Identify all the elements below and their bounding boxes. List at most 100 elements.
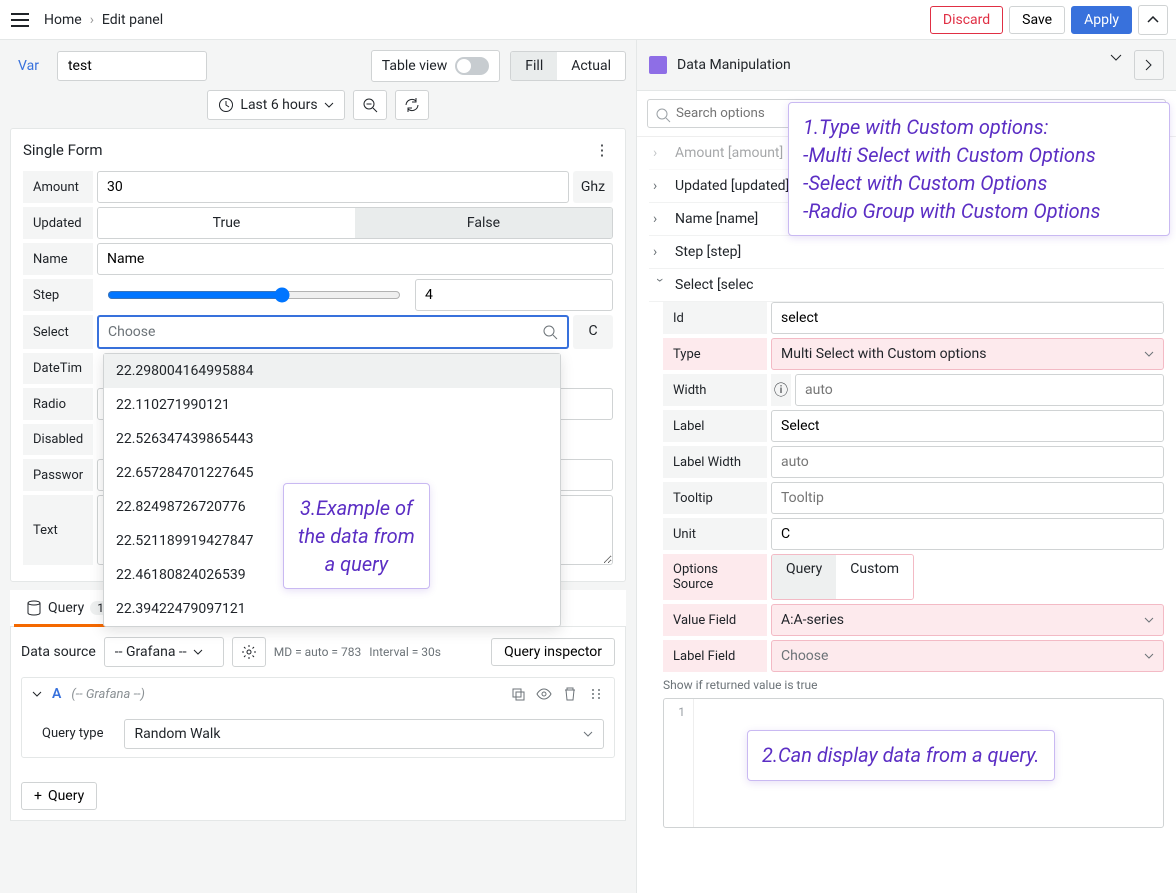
time-range-picker[interactable]: Last 6 hours: [207, 90, 344, 120]
dropdown-option[interactable]: 22.39422479097121: [104, 592, 560, 626]
annotation-1: 1.Type with Custom options: -Multi Selec…: [788, 102, 1170, 236]
field-type-label: Type: [663, 338, 767, 370]
radio-label: Radio: [23, 388, 93, 420]
chevron-down-icon: [1144, 351, 1154, 357]
amount-label: Amount: [23, 171, 93, 203]
field-tooltip-label: Tooltip: [663, 482, 767, 514]
actual-button[interactable]: Actual: [557, 52, 625, 80]
name-input[interactable]: [97, 243, 613, 275]
chevron-down-icon[interactable]: [1104, 50, 1128, 80]
text-label: Text: [23, 495, 93, 565]
field-labelfield-select[interactable]: Choose: [771, 640, 1164, 672]
gear-icon: [241, 644, 257, 660]
chevron-down-icon: [1144, 617, 1154, 623]
updated-true-button[interactable]: True: [98, 208, 355, 238]
breadcrumb: Home › Edit panel: [44, 12, 163, 28]
visualization-title: Data Manipulation: [677, 57, 791, 73]
search-icon: [542, 324, 558, 340]
option-amount[interactable]: Amount [amount]: [675, 145, 783, 161]
updated-label: Updated: [23, 207, 93, 239]
field-tooltip-input[interactable]: [771, 482, 1164, 514]
fill-button[interactable]: Fill: [511, 52, 557, 80]
datasource-select[interactable]: -- Grafana --: [104, 637, 224, 667]
select-label: Select: [23, 315, 93, 349]
name-label: Name: [23, 243, 93, 275]
chevron-right-icon[interactable]: [1134, 50, 1164, 80]
chevron-down-icon[interactable]: [32, 691, 42, 697]
chevron-right-icon: ›: [90, 12, 94, 28]
dropdown-option[interactable]: 22.298004164995884: [104, 354, 560, 388]
updated-false-button[interactable]: False: [355, 208, 612, 238]
trash-icon[interactable]: [562, 686, 578, 702]
query-row-ds: (-- Grafana --): [71, 687, 145, 702]
option-name[interactable]: Name [name]: [675, 211, 758, 227]
info-icon[interactable]: ⓘ: [771, 374, 791, 406]
field-labelwidth-label: Label Width: [663, 446, 767, 478]
query-row-letter: A: [52, 686, 61, 702]
dropdown-option[interactable]: 22.526347439865443: [104, 422, 560, 456]
clock-icon: [218, 97, 234, 113]
zoom-out-button[interactable]: [353, 90, 387, 120]
field-width-input[interactable]: [795, 374, 1164, 406]
datasource-label: Data source: [21, 644, 96, 660]
select-unit: C: [573, 315, 613, 349]
step-label: Step: [23, 279, 93, 311]
amount-unit: Ghz: [573, 171, 613, 203]
field-label-input[interactable]: [771, 410, 1164, 442]
code-gutter: 1: [664, 699, 694, 827]
querytype-label: Query type: [32, 718, 114, 749]
database-icon: [26, 600, 42, 616]
option-select[interactable]: Select [selec: [675, 277, 753, 293]
querytype-select[interactable]: Random Walk: [124, 719, 605, 749]
datasource-settings-button[interactable]: [232, 637, 266, 667]
table-view-label: Table view: [382, 58, 448, 74]
breadcrumb-current: Edit panel: [102, 12, 163, 28]
step-value-input[interactable]: [415, 279, 613, 311]
disabled-label: Disabled: [23, 424, 93, 455]
chevron-up-icon[interactable]: [1138, 5, 1168, 35]
step-slider[interactable]: [107, 287, 401, 303]
field-width-label: Width: [663, 374, 767, 406]
amount-input[interactable]: [97, 171, 569, 203]
discard-button[interactable]: Discard: [930, 6, 1003, 34]
panel-single-form: Single Form ⋮ Amount Ghz Updated True Fa…: [10, 128, 626, 582]
zoom-out-icon: [362, 97, 378, 113]
datetime-label: DateTim: [23, 353, 93, 384]
panel-menu-icon[interactable]: ⋮: [591, 139, 613, 161]
chevron-down-icon: [1144, 653, 1154, 659]
menu-icon[interactable]: [8, 8, 32, 32]
apply-button[interactable]: Apply: [1071, 6, 1132, 34]
dropdown-option[interactable]: 22.110271990121: [104, 388, 560, 422]
query-inspector-button[interactable]: Query inspector: [491, 638, 615, 666]
password-label: Passwor: [23, 459, 93, 491]
breadcrumb-home[interactable]: Home: [44, 12, 82, 28]
field-labelfield-label: Label Field: [663, 640, 767, 672]
select-dropdown[interactable]: Choose: [97, 315, 569, 349]
field-unit-label: Unit: [663, 518, 767, 550]
topbar: Home › Edit panel Discard Save Apply: [0, 0, 1176, 40]
option-step[interactable]: Step [step]: [675, 244, 741, 260]
search-icon: [655, 107, 671, 123]
optsrc-query-button[interactable]: Query: [772, 555, 836, 599]
field-valuefield-select[interactable]: A:A-series: [771, 604, 1164, 636]
field-unit-input[interactable]: [771, 518, 1164, 550]
field-type-select[interactable]: Multi Select with Custom options: [771, 338, 1164, 370]
var-input[interactable]: [57, 51, 207, 81]
refresh-icon: [404, 97, 420, 113]
add-query-button[interactable]: +Query: [21, 782, 97, 810]
field-id-input[interactable]: [771, 302, 1164, 334]
copy-icon[interactable]: [510, 686, 526, 702]
save-button[interactable]: Save: [1009, 6, 1065, 34]
eye-icon[interactable]: [536, 686, 552, 702]
field-label-label: Label: [663, 410, 767, 442]
field-optsrc-label: Options Source: [663, 554, 767, 600]
field-labelwidth-input[interactable]: [771, 446, 1164, 478]
chevron-down-icon: [583, 731, 593, 737]
table-view-toggle[interactable]: Table view: [371, 50, 501, 82]
showif-hint: Show if returned value is true: [663, 678, 1164, 692]
option-updated[interactable]: Updated [updated]: [675, 178, 789, 194]
optsrc-custom-button[interactable]: Custom: [836, 555, 913, 599]
fit-mode-group: Fill Actual: [510, 51, 626, 81]
drag-icon[interactable]: [588, 686, 604, 702]
refresh-button[interactable]: [395, 90, 429, 120]
